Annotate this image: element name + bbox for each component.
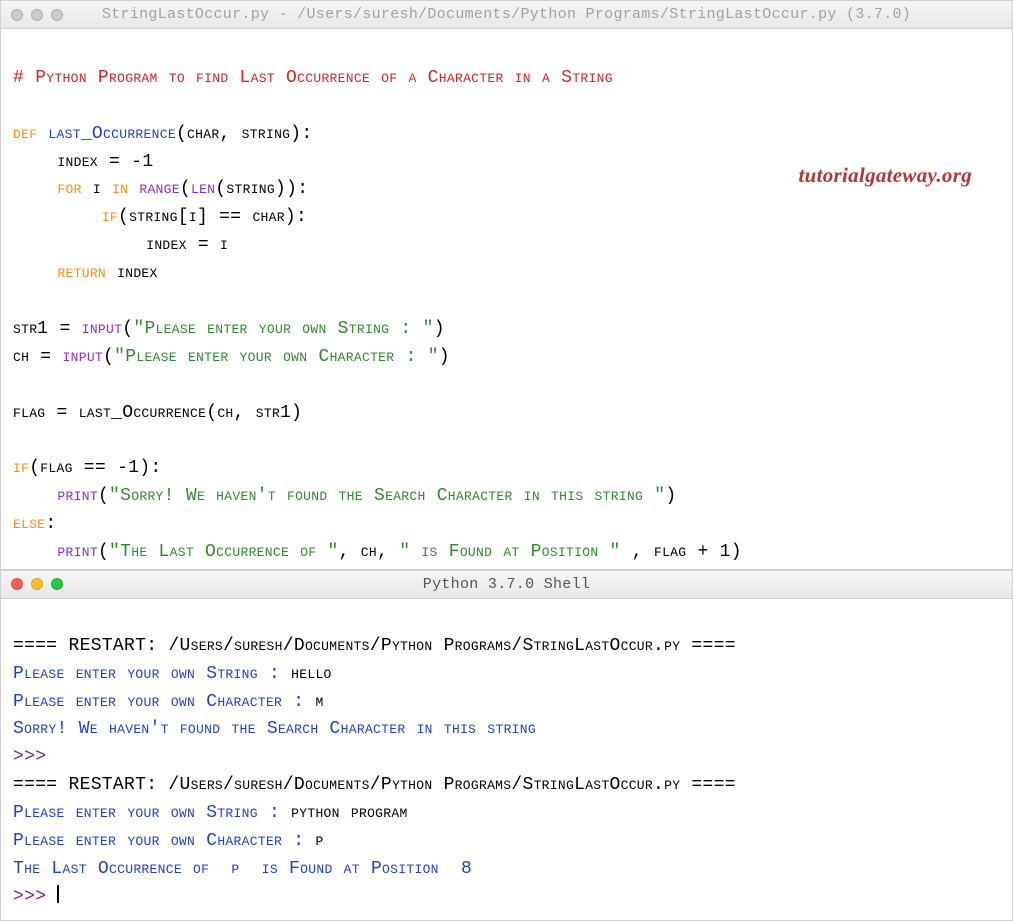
string-literal: "The Last Occurrence of ": [109, 542, 339, 562]
string-literal: "Sorry! We haven't found the Search Char…: [109, 486, 665, 506]
user-input: hello: [291, 664, 332, 684]
code-text: , flag + 1): [621, 542, 742, 562]
restart-line: ==== RESTART: /Users/suresh/Documents/Py…: [13, 775, 736, 795]
code-text: (string[i] == char):: [118, 207, 307, 227]
user-input: p: [315, 831, 323, 851]
user-input: m: [315, 692, 323, 712]
string-literal: "Please enter your own Character : ": [114, 347, 439, 367]
code-text: flag = last_Occurrence(ch, str1): [13, 403, 302, 423]
code-text: i: [82, 179, 112, 199]
minimize-icon[interactable]: [31, 578, 43, 590]
keyword-if: if: [13, 458, 29, 478]
call-input: input: [63, 347, 104, 367]
call-print: print: [57, 486, 98, 506]
keyword-def: def: [13, 124, 37, 144]
editor-titlebar: StringLastOccur.py - /Users/suresh/Docum…: [1, 1, 1012, 29]
code-text: , ch,: [339, 542, 400, 562]
prompt-text: Please enter your own Character :: [13, 831, 315, 851]
watermark: tutorialgateway.org: [798, 159, 972, 192]
close-icon[interactable]: [11, 578, 23, 590]
shell-traffic-lights: [11, 578, 63, 590]
shell-prompt: >>>: [13, 747, 57, 767]
shell-titlebar: Python 3.7.0 Shell: [1, 571, 1012, 599]
function-name: last_Occurrence: [48, 124, 176, 144]
keyword-return: return: [57, 263, 106, 283]
shell-prompt: >>>: [13, 887, 57, 907]
keyword-if: if: [102, 207, 118, 227]
call-len: len: [191, 179, 215, 199]
code-editor[interactable]: # Python Program to find Last Occurrence…: [1, 29, 1012, 569]
code-text: index: [106, 263, 158, 283]
call-print: print: [57, 542, 98, 562]
string-literal: "Please enter your own String : ": [133, 319, 433, 339]
prompt-text: Please enter your own String :: [13, 803, 291, 823]
editor-traffic-lights: [11, 9, 63, 21]
shell-title: Python 3.7.0 Shell: [9, 576, 1004, 593]
code-text: str1 =: [13, 319, 82, 339]
maximize-icon[interactable]: [51, 9, 63, 21]
shell-output[interactable]: ==== RESTART: /Users/suresh/Documents/Py…: [1, 599, 1012, 920]
cursor-icon: [57, 885, 59, 903]
code-text: (flag == -1):: [29, 458, 161, 478]
shell-window: Python 3.7.0 Shell ==== RESTART: /Users/…: [0, 570, 1013, 921]
code-text: index = i: [13, 235, 228, 255]
string-literal: " is Found at Position ": [399, 542, 620, 562]
keyword-in: in: [112, 179, 128, 199]
keyword-for: for: [57, 179, 81, 199]
code-text: ch =: [13, 347, 63, 367]
editor-title: StringLastOccur.py - /Users/suresh/Docum…: [9, 6, 1004, 23]
code-comment: # Python Program to find Last Occurrence…: [13, 68, 613, 88]
user-input: python program: [291, 803, 407, 823]
code-text: (char, string):: [176, 124, 313, 144]
output-line: The Last Occurrence of p is Found at Pos…: [13, 859, 472, 879]
call-input: input: [82, 319, 123, 339]
code-text: (string)):: [215, 179, 308, 199]
prompt-text: Please enter your own Character :: [13, 692, 315, 712]
call-range: range: [139, 179, 180, 199]
restart-line: ==== RESTART: /Users/suresh/Documents/Py…: [13, 636, 736, 656]
maximize-icon[interactable]: [51, 578, 63, 590]
minimize-icon[interactable]: [31, 9, 43, 21]
prompt-text: Please enter your own String :: [13, 664, 291, 684]
close-icon[interactable]: [11, 9, 23, 21]
output-line: Sorry! We haven't found the Search Chara…: [13, 719, 547, 739]
code-text: index = -1: [13, 152, 153, 172]
editor-window: StringLastOccur.py - /Users/suresh/Docum…: [0, 0, 1013, 570]
keyword-else: else: [13, 514, 45, 534]
